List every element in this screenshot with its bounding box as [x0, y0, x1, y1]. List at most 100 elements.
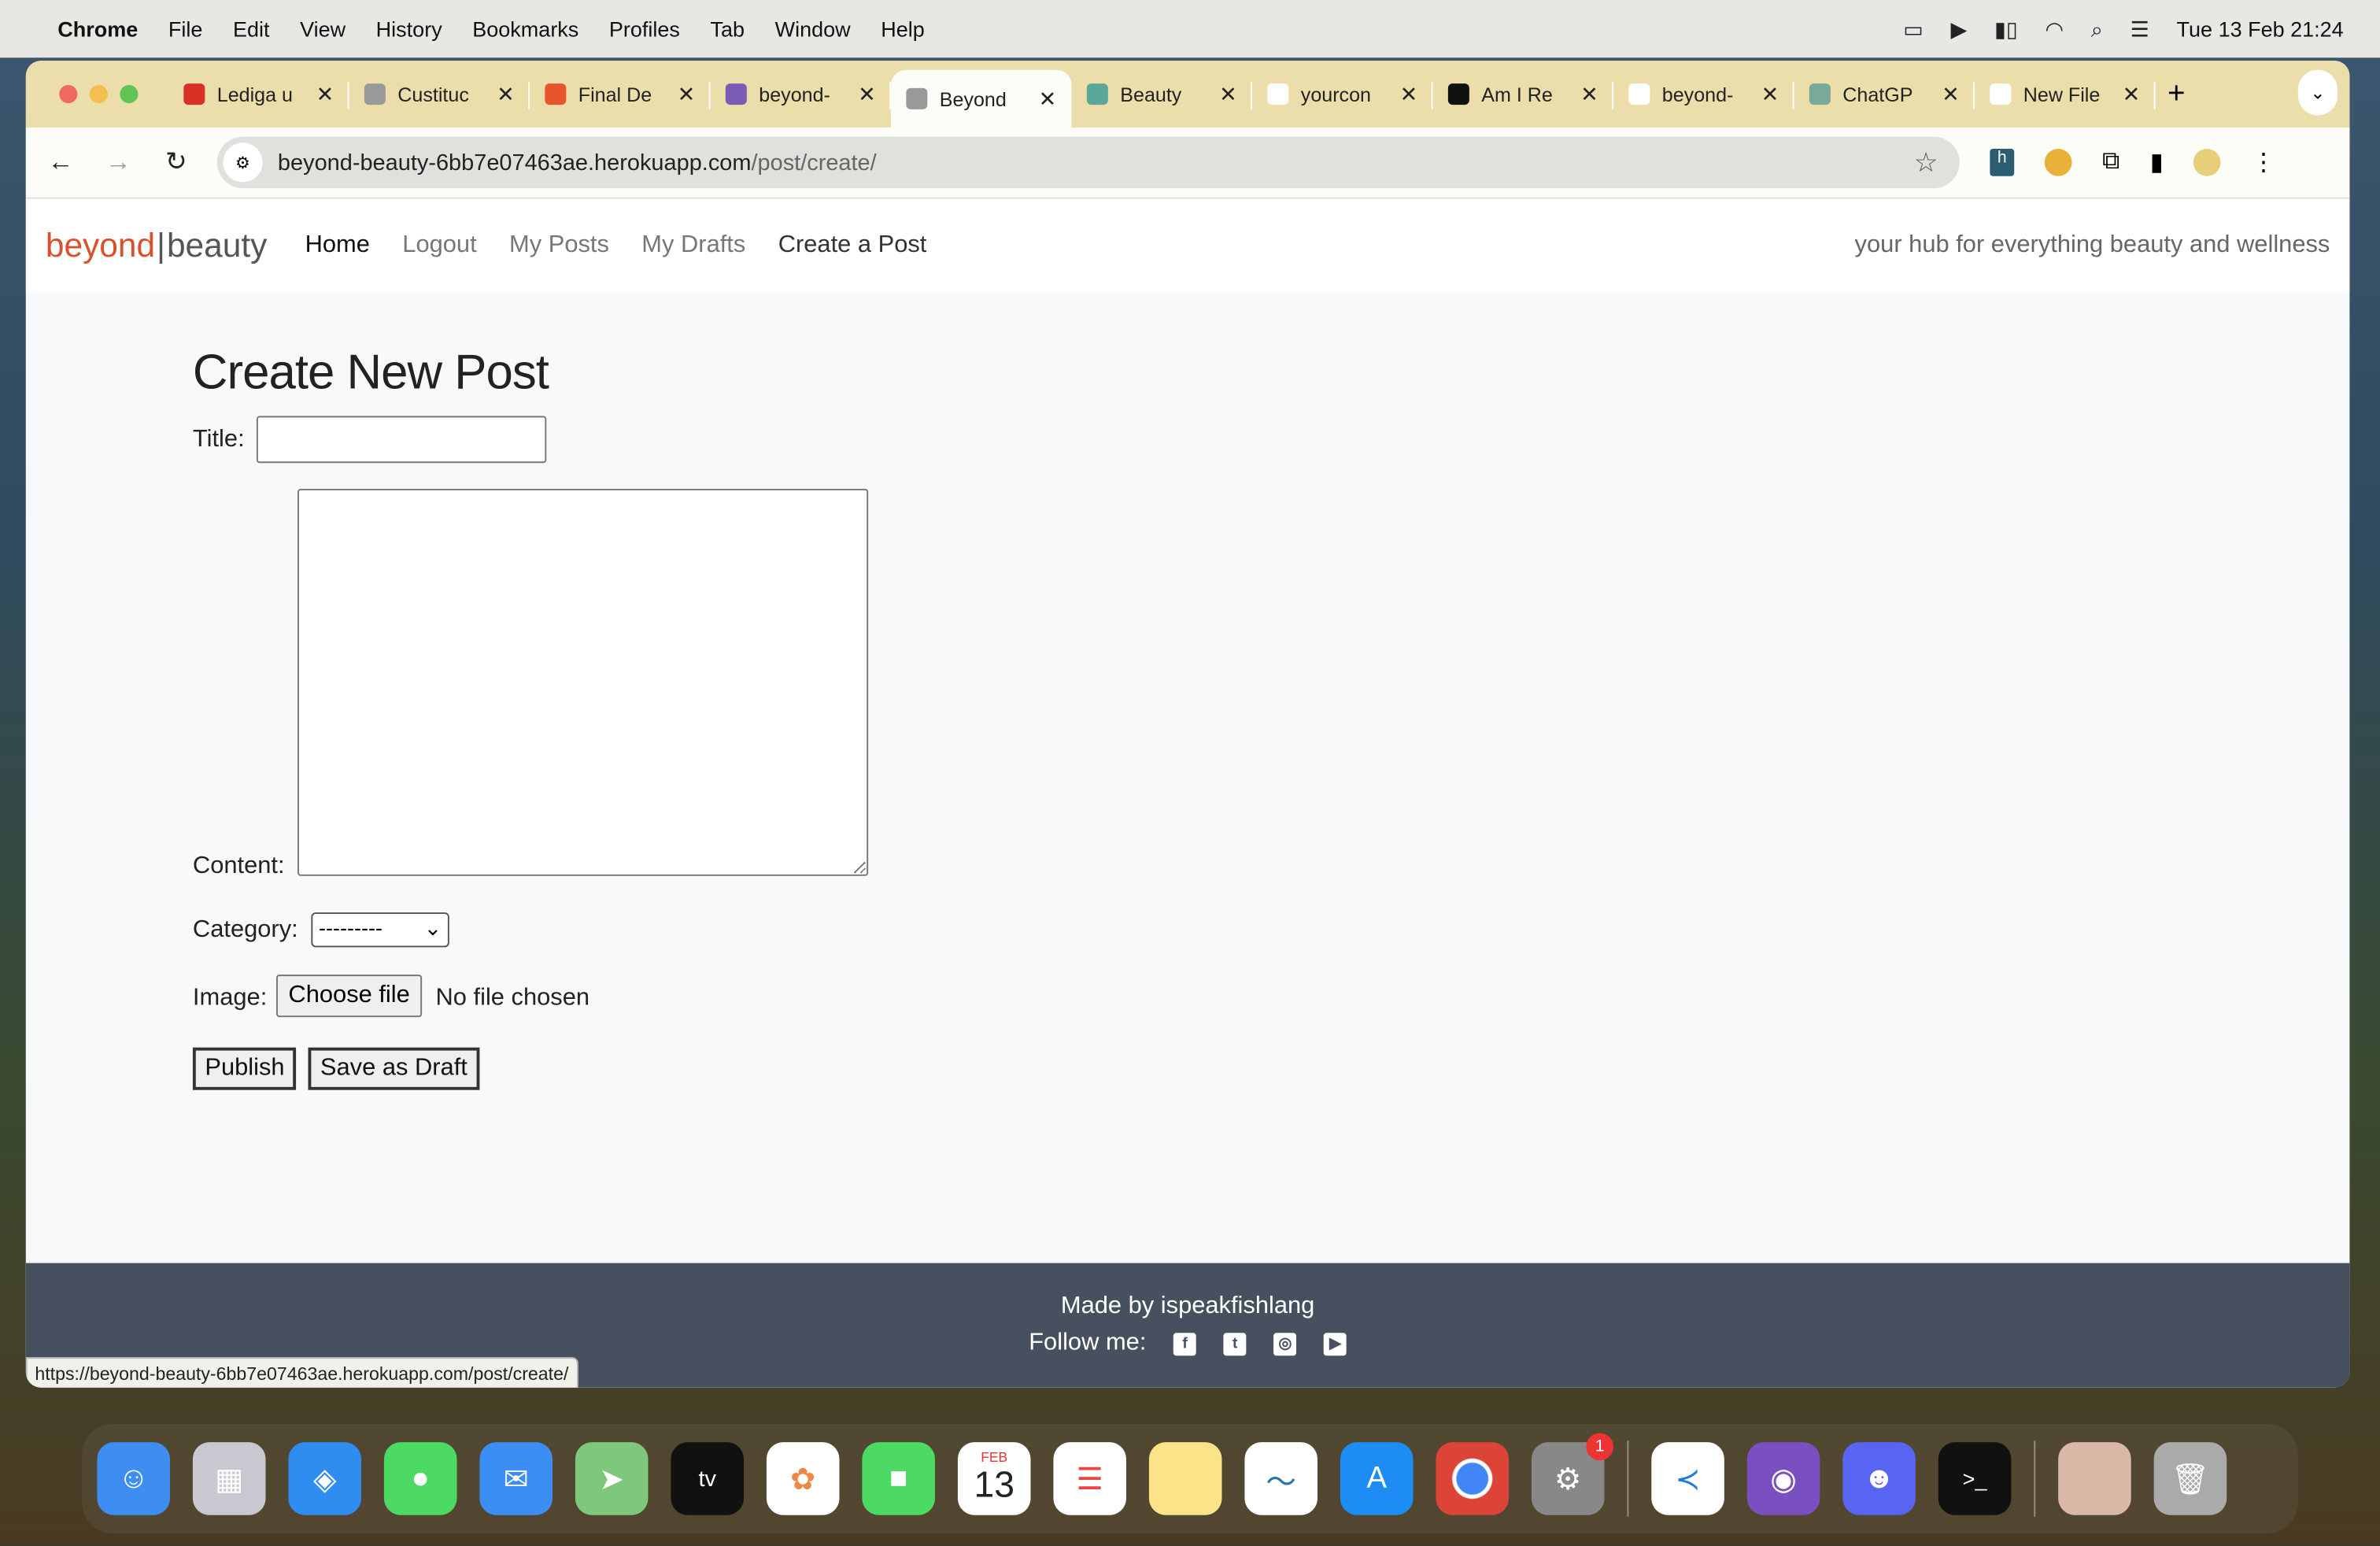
chevron-down-icon: ⌄	[423, 915, 442, 940]
close-tab-icon[interactable]: ✕	[497, 81, 515, 107]
tab-4[interactable]: Beyond ✕	[891, 69, 1072, 128]
facebook-icon[interactable]: f	[1173, 1332, 1197, 1356]
menu-file[interactable]: File	[168, 17, 203, 41]
tab-1[interactable]: Custituc ✕	[349, 61, 530, 128]
close-tab-icon[interactable]: ✕	[2123, 81, 2141, 107]
extensions-puzzle-icon[interactable]: ⧉	[2102, 149, 2119, 176]
photos-icon[interactable]: ✿	[766, 1442, 840, 1515]
close-window-button[interactable]	[59, 84, 78, 104]
menu-edit[interactable]: Edit	[233, 17, 270, 41]
minimize-window-button[interactable]	[89, 84, 108, 104]
instagram-icon[interactable]: ◎	[1273, 1332, 1297, 1356]
favicon-icon	[1628, 83, 1650, 105]
youtube-icon[interactable]: ▶	[1324, 1332, 1347, 1356]
safari-icon[interactable]: ◈	[288, 1442, 361, 1515]
nav-my-drafts[interactable]: My Drafts	[641, 232, 745, 258]
page-title: Create New Post	[192, 344, 549, 400]
menu-profiles[interactable]: Profiles	[609, 17, 680, 41]
forward-icon[interactable]: →	[90, 147, 147, 178]
reminders-icon[interactable]: ☰	[1053, 1442, 1126, 1515]
app-store-icon[interactable]: A	[1340, 1442, 1414, 1515]
choose-file-button[interactable]: Choose file	[275, 975, 423, 1018]
freeform-icon[interactable]: 〜	[1244, 1442, 1318, 1515]
mail-icon[interactable]: ✉	[479, 1442, 552, 1515]
tab-6[interactable]: yourcon ✕	[1252, 61, 1433, 128]
notification-badge: 1	[1586, 1433, 1614, 1461]
more-menu-icon[interactable]: ⋮	[2252, 147, 2276, 178]
extension-icon[interactable]	[2044, 148, 2072, 176]
maps-icon[interactable]: ➤	[575, 1442, 649, 1515]
menu-view[interactable]: View	[300, 17, 346, 41]
close-tab-icon[interactable]: ✕	[1039, 86, 1057, 112]
close-tab-icon[interactable]: ✕	[1400, 81, 1418, 107]
control-center-icon[interactable]: ☰	[2131, 16, 2149, 42]
site-logo[interactable]: beyond|beauty	[46, 226, 268, 265]
apple-tv-icon[interactable]: tv	[671, 1442, 744, 1515]
launchpad-icon[interactable]: ▦	[192, 1442, 266, 1515]
play-icon[interactable]: ▶	[1951, 16, 1968, 42]
site-info-icon[interactable]: ⚙	[223, 142, 263, 183]
tab-3[interactable]: beyond- ✕	[711, 61, 892, 128]
close-tab-icon[interactable]: ✕	[1942, 81, 1960, 107]
tab-0[interactable]: Lediga u ✕	[168, 61, 349, 128]
menu-help[interactable]: Help	[881, 17, 925, 41]
nav-home[interactable]: Home	[305, 232, 370, 258]
close-tab-icon[interactable]: ✕	[858, 81, 876, 107]
system-settings-icon[interactable]: ⚙ 1	[1531, 1433, 1614, 1515]
menu-bookmarks[interactable]: Bookmarks	[472, 17, 578, 41]
extension-icon[interactable]: h	[1990, 148, 2015, 176]
close-tab-icon[interactable]: ✕	[1761, 81, 1779, 107]
menu-history[interactable]: History	[376, 17, 442, 41]
tab-search-button[interactable]: ⌄	[2297, 69, 2338, 116]
save-draft-button[interactable]: Save as Draft	[308, 1047, 480, 1090]
new-tab-button[interactable]: +	[2168, 76, 2186, 111]
tab-8[interactable]: beyond- ✕	[1613, 61, 1794, 128]
vscode-icon[interactable]: ≺	[1651, 1442, 1724, 1515]
wifi-icon[interactable]: ◠	[2045, 16, 2064, 42]
search-icon[interactable]: ⌕	[2091, 16, 2103, 42]
downloads-stack-icon[interactable]	[2058, 1442, 2131, 1515]
bookmark-star-icon[interactable]: ☆	[1914, 146, 1938, 178]
title-input[interactable]	[256, 416, 547, 464]
tab-10[interactable]: New File ✕	[1975, 61, 2156, 128]
category-select[interactable]: --------- ⌄	[311, 912, 449, 948]
trash-icon[interactable]: 🗑	[2153, 1442, 2227, 1515]
content-textarea[interactable]	[297, 488, 869, 876]
finder-icon[interactable]: ☺	[97, 1442, 170, 1515]
calendar-icon[interactable]: FEB 13	[957, 1442, 1031, 1515]
nav-my-posts[interactable]: My Posts	[509, 232, 609, 258]
menu-window[interactable]: Window	[775, 17, 851, 41]
menu-tab[interactable]: Tab	[711, 17, 745, 41]
github-desktop-icon[interactable]: ◉	[1746, 1442, 1820, 1515]
close-tab-icon[interactable]: ✕	[678, 81, 696, 107]
reload-icon[interactable]: ↻	[147, 147, 205, 178]
tab-9[interactable]: ChatGP ✕	[1794, 61, 1975, 128]
menu-app[interactable]: Chrome	[57, 17, 138, 41]
twitter-icon[interactable]: t	[1223, 1332, 1247, 1356]
zoom-window-button[interactable]	[120, 84, 139, 104]
publish-button[interactable]: Publish	[192, 1047, 298, 1090]
tab-5[interactable]: Beauty ✕	[1072, 61, 1253, 128]
close-tab-icon[interactable]: ✕	[316, 81, 334, 107]
close-tab-icon[interactable]: ✕	[1219, 81, 1237, 107]
clock[interactable]: Tue 13 Feb 21:24	[2177, 17, 2344, 41]
chrome-icon[interactable]	[1436, 1442, 1509, 1515]
tab-2[interactable]: Final De ✕	[530, 61, 711, 128]
side-panel-icon[interactable]: ▮	[2150, 147, 2164, 178]
messages-icon[interactable]: ●	[383, 1442, 457, 1515]
close-tab-icon[interactable]: ✕	[1580, 81, 1598, 107]
nav-logout[interactable]: Logout	[402, 232, 476, 258]
url-host: beyond-beauty-6bb7e07463ae.herokuapp.com	[277, 149, 752, 176]
notes-icon[interactable]	[1148, 1442, 1222, 1515]
display-icon[interactable]: ▭	[1903, 16, 1924, 42]
facetime-icon[interactable]: ■	[862, 1442, 935, 1515]
tab-7[interactable]: Am I Re ✕	[1433, 61, 1614, 128]
profile-avatar[interactable]	[2193, 148, 2221, 176]
discord-icon[interactable]: ☻	[1842, 1442, 1916, 1515]
url-path: /post/create/	[751, 149, 877, 176]
nav-create-post[interactable]: Create a Post	[778, 232, 927, 258]
battery-icon[interactable]: ▮▯	[1994, 16, 2018, 42]
terminal-icon[interactable]: >_	[1938, 1442, 2012, 1515]
back-icon[interactable]: ←	[31, 147, 89, 178]
address-bar[interactable]: ⚙ beyond-beauty-6bb7e07463ae.herokuapp.c…	[216, 136, 1960, 189]
